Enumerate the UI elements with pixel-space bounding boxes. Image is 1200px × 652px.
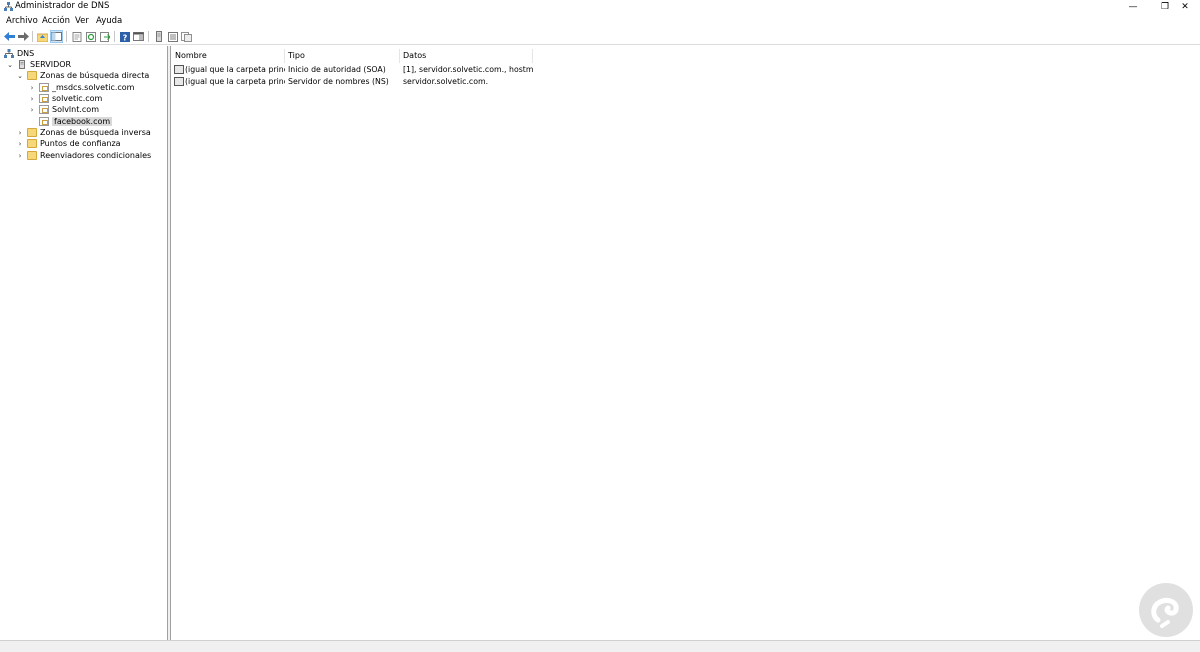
status-bar	[0, 640, 1200, 652]
properties-icon[interactable]	[70, 30, 83, 43]
cell-name: (igual que la carpeta princip...	[185, 65, 285, 74]
tree-item-reverse-zones[interactable]: › Zonas de búsqueda inversa	[16, 127, 151, 138]
table-row[interactable]: (igual que la carpeta princip... Inicio …	[172, 64, 772, 75]
records-icon[interactable]	[166, 30, 179, 43]
menu-bar: Archivo Acción Ver Ayuda	[0, 14, 1200, 28]
title-bar: Administrador de DNS — ❐ ✕	[0, 0, 1200, 13]
refresh-icon[interactable]	[84, 30, 97, 43]
cell-type: Servidor de nombres (NS)	[288, 77, 389, 86]
tree-label-servidor: SERVIDOR	[30, 60, 72, 69]
dns-icon	[4, 49, 14, 58]
show-tree-icon[interactable]	[50, 30, 63, 43]
server-icon[interactable]	[152, 30, 165, 43]
chevron-right-icon[interactable]: ›	[16, 152, 24, 160]
tree-label-forward-zones: Zonas de búsqueda directa	[40, 71, 150, 80]
folder-icon	[27, 71, 37, 80]
tree-item-zone-msdcs[interactable]: › _msdcs.solvetic.com	[28, 82, 134, 93]
tree-label-conditional-forwarders: Reenviadores condicionales	[40, 151, 152, 160]
dns-app-icon	[4, 2, 13, 11]
tree-label-zone: solvetic.com	[52, 94, 103, 103]
zone-icon	[39, 117, 49, 126]
table-row[interactable]: (igual que la carpeta princip... Servido…	[172, 76, 772, 87]
show-pane-icon[interactable]	[132, 30, 145, 43]
tree-item-dns[interactable]: DNS	[4, 48, 34, 59]
tree-item-conditional-forwarders[interactable]: › Reenviadores condicionales	[16, 150, 151, 161]
record-icon	[174, 77, 184, 86]
chevron-right-icon[interactable]: ›	[28, 106, 36, 114]
toolbar: ?	[0, 28, 1200, 45]
chevron-right-icon[interactable]: ›	[28, 84, 36, 92]
tree-label-zone: _msdcs.solvetic.com	[52, 83, 135, 92]
zone-icon	[39, 94, 49, 103]
cell-data: [1], servidor.solvetic.com., hostmast...	[403, 65, 533, 74]
menu-accion[interactable]: Acción	[42, 15, 70, 27]
svg-text:?: ?	[122, 33, 127, 42]
pane-splitter[interactable]	[168, 46, 171, 640]
minimize-button[interactable]: —	[1116, 0, 1150, 13]
folder-icon	[27, 139, 37, 148]
zone-icon	[39, 83, 49, 92]
tree-item-zone-facebook[interactable]: facebook.com	[28, 116, 113, 127]
record-icon	[174, 65, 184, 74]
column-header-nombre[interactable]: Nombre	[172, 49, 285, 63]
chevron-right-icon[interactable]: ›	[28, 95, 36, 103]
cell-type: Inicio de autoridad (SOA)	[288, 65, 386, 74]
tree-item-trust-points[interactable]: › Puntos de confianza	[16, 138, 121, 149]
console-tree: DNS ⌄ SERVIDOR ⌄ Zonas de búsqueda direc…	[0, 46, 168, 640]
menu-archivo[interactable]: Archivo	[6, 15, 38, 27]
back-icon[interactable]	[3, 30, 16, 43]
window-title: Administrador de DNS	[15, 1, 110, 11]
site-logo	[1139, 583, 1193, 637]
records-list: Nombre Tipo Datos (igual que la carpeta …	[172, 46, 1200, 640]
column-header-datos[interactable]: Datos	[400, 49, 533, 63]
tree-item-zone-solvetic[interactable]: › solvetic.com	[28, 93, 102, 104]
folder-icon	[27, 128, 37, 137]
chevron-right-icon[interactable]: ›	[16, 140, 24, 148]
tree-item-forward-zones[interactable]: ⌄ Zonas de búsqueda directa	[16, 70, 149, 81]
cell-name: (igual que la carpeta princip...	[185, 77, 285, 86]
tree-item-servidor[interactable]: ⌄ SERVIDOR	[6, 59, 71, 70]
folder-icon	[27, 151, 37, 160]
menu-ayuda[interactable]: Ayuda	[96, 15, 122, 27]
tree-item-zone-solvint[interactable]: › Solvlnt.com	[28, 104, 99, 115]
filter-icon[interactable]	[180, 30, 193, 43]
tree-label-trust-points: Puntos de confianza	[40, 139, 121, 148]
help-icon[interactable]: ?	[118, 30, 131, 43]
tree-label-zone: Solvlnt.com	[52, 105, 99, 114]
export-list-icon[interactable]	[98, 30, 111, 43]
cell-data: servidor.solvetic.com.	[403, 77, 489, 86]
zone-icon	[39, 105, 49, 114]
server-icon	[19, 60, 25, 69]
up-folder-icon[interactable]	[36, 30, 49, 43]
menu-ver[interactable]: Ver	[75, 15, 89, 27]
chevron-down-icon[interactable]: ⌄	[16, 72, 24, 80]
tree-label-reverse-zones: Zonas de búsqueda inversa	[40, 128, 151, 137]
forward-icon[interactable]	[17, 30, 30, 43]
chevron-right-icon[interactable]: ›	[16, 129, 24, 137]
tree-label-zone: facebook.com	[52, 117, 113, 126]
close-button[interactable]: ✕	[1168, 0, 1200, 13]
tree-label-dns: DNS	[17, 49, 35, 58]
column-header-tipo[interactable]: Tipo	[285, 49, 400, 63]
chevron-down-icon[interactable]: ⌄	[6, 61, 14, 69]
